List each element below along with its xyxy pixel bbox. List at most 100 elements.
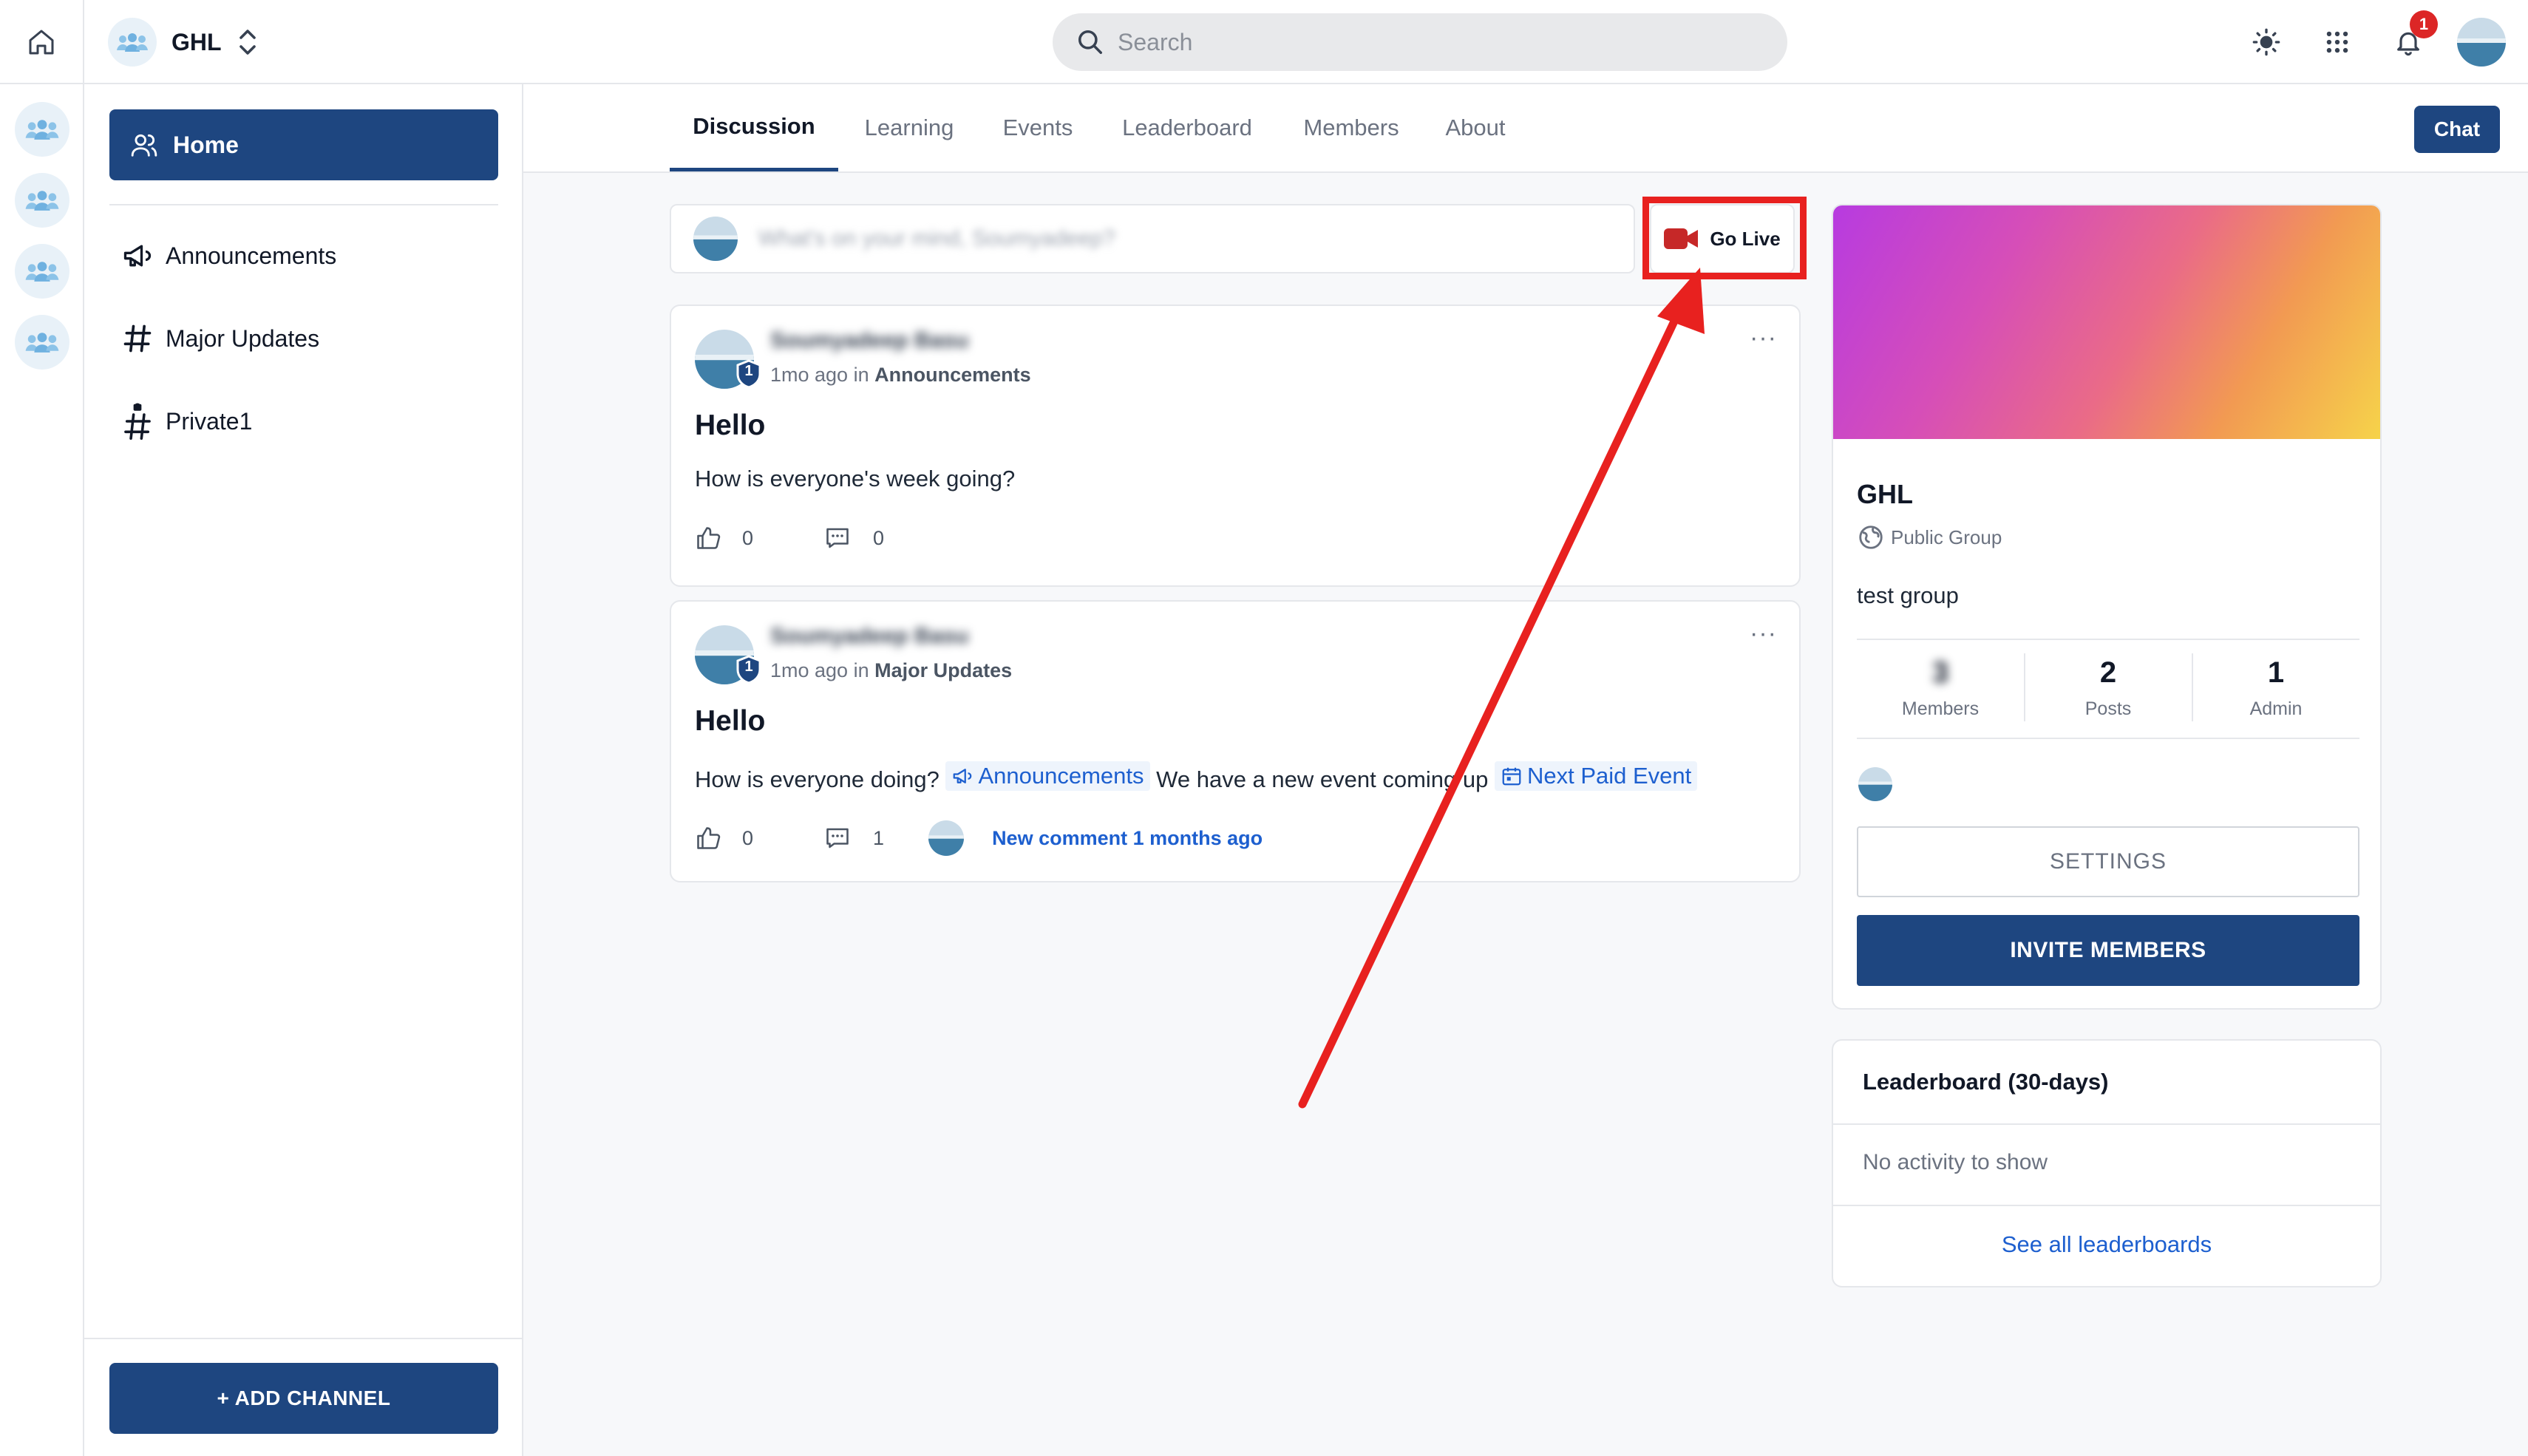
composer-placeholder: What's on your mind, Soumyadeep? [758,226,1115,251]
post-meta: 1mo ago in Major Updates [770,659,1012,682]
home-button[interactable] [0,0,84,84]
avatar: 1 [695,625,761,684]
post-author[interactable]: Soumyadeep Basu [770,328,968,353]
avatar-image [928,820,965,856]
avatar-image [693,217,738,261]
sidebar-item-private1[interactable]: Private1 [121,392,252,451]
post-actions: 0 1 New comment 1 months ago [695,820,1263,856]
new-comment-link[interactable]: New comment 1 months ago [992,827,1263,850]
member-avatar[interactable] [1858,767,1892,801]
stat-members[interactable]: 3 Members [1857,649,2024,726]
group-description: test group [1857,582,1959,608]
group-rail-item[interactable] [15,102,69,157]
invite-members-button[interactable]: INVITE MEMBERS [1857,915,2359,986]
group-rail-item[interactable] [15,173,69,228]
group-people-icon [25,262,59,282]
chat-button[interactable]: Chat [2414,106,2500,153]
group-avatar [108,18,157,67]
mention-label: Next Paid Event [1526,763,1692,789]
stat-value: 2 [2099,656,2117,689]
avatar [693,217,738,261]
group-card-name: GHL [1857,479,1913,509]
post-author[interactable]: Soumyadeep Basu [770,624,968,649]
post-card[interactable]: 1 Soumyadeep Basu 1mo ago in Announcemen… [670,305,1801,587]
comment-icon[interactable] [824,525,851,551]
group-switcher[interactable]: GHL [108,16,259,68]
settings-button[interactable]: SETTINGS [1857,826,2359,897]
user-avatar[interactable] [2457,18,2506,67]
group-rail-item[interactable] [15,244,69,299]
like-count: 0 [742,526,754,549]
group-name: GHL [171,28,222,55]
avatar-image [1858,767,1892,801]
megaphone-icon [954,769,972,783]
notification-badge: 1 [2410,10,2438,38]
people-icon [131,134,157,157]
top-bar: GHL 1 [0,0,2528,84]
sidebar-item-label: Major Updates [166,324,320,352]
post-in: in [853,364,869,386]
see-all-leaderboards-link[interactable]: See all leaderboards [1833,1231,2380,1258]
calendar-icon [1502,767,1521,786]
comment-count: 0 [873,526,885,549]
divider [1857,639,2359,640]
stat-posts: 2 Posts [2025,649,2192,726]
home-icon [29,30,54,55]
tab-learning[interactable]: Learning [850,84,968,171]
apps-grid-icon [2326,31,2348,53]
group-rail [0,84,84,1456]
avatar [928,820,965,856]
tab-leaderboard[interactable]: Leaderboard [1106,84,1268,171]
sidebar-item-home[interactable]: Home [109,109,498,180]
sidebar-item-announcements[interactable]: Announcements [121,226,336,285]
post-meta: 1mo ago in Announcements [770,364,1031,387]
sidebar-item-major-updates[interactable]: Major Updates [121,309,319,368]
group-people-icon [117,33,148,52]
group-people-icon [25,333,59,353]
divider [109,204,498,205]
post-title: Hello [695,705,766,737]
comment-icon[interactable] [824,825,851,851]
tab-members[interactable]: Members [1286,84,1416,171]
event-mention[interactable]: Next Paid Event [1494,761,1698,791]
divider [84,1338,523,1339]
search-input[interactable] [1118,28,1739,56]
channel-sidebar: Home Announcements Major Updates Private… [84,84,523,1456]
post-composer[interactable]: What's on your mind, Soumyadeep? [670,204,1635,273]
post-title: Hello [695,409,766,441]
add-channel-button[interactable]: + ADD CHANNEL [109,1363,498,1434]
level-badge: 1 [736,655,761,684]
channel-mention[interactable]: Announcements [945,761,1150,791]
tab-events[interactable]: Events [986,84,1090,171]
tab-about[interactable]: About [1431,84,1520,171]
post-channel-link[interactable]: Announcements [874,364,1031,386]
group-cover-image [1833,205,2380,439]
stat-admin[interactable]: 1 Admin [2192,649,2359,726]
post-body: How is everyone's week going? [695,466,1016,491]
group-type-label: Public Group [1891,525,2002,548]
hashtag-icon [123,324,152,353]
avatar: 1 [695,330,761,389]
leaderboard-empty-text: No activity to show [1863,1150,2048,1174]
divider [1833,1205,2380,1206]
stat-value: 1 [2267,656,2285,689]
search-bar[interactable] [1053,13,1787,71]
stat-label: Members [1901,698,1980,719]
globe-icon [1859,525,1883,549]
apps-grid-button[interactable] [2315,20,2359,64]
thumbs-up-icon[interactable] [695,825,721,851]
post-channel-link[interactable]: Major Updates [874,659,1012,681]
group-rail-item[interactable] [15,315,69,370]
tab-bar: Discussion Learning Events Leaderboard M… [523,84,2528,173]
group-people-icon [25,191,59,211]
post-in: in [853,659,869,681]
theme-toggle-button[interactable] [2244,20,2289,64]
sidebar-item-label: Home [173,131,239,158]
more-options-icon[interactable]: ··· [1750,324,1777,353]
tab-discussion[interactable]: Discussion [670,84,838,171]
more-options-icon[interactable]: ··· [1750,619,1777,648]
level-badge: 1 [736,359,761,389]
post-time: 1mo ago [770,659,849,681]
post-card[interactable]: 1 Soumyadeep Basu 1mo ago in Major Updat… [670,600,1801,882]
thumbs-up-icon[interactable] [695,525,721,551]
